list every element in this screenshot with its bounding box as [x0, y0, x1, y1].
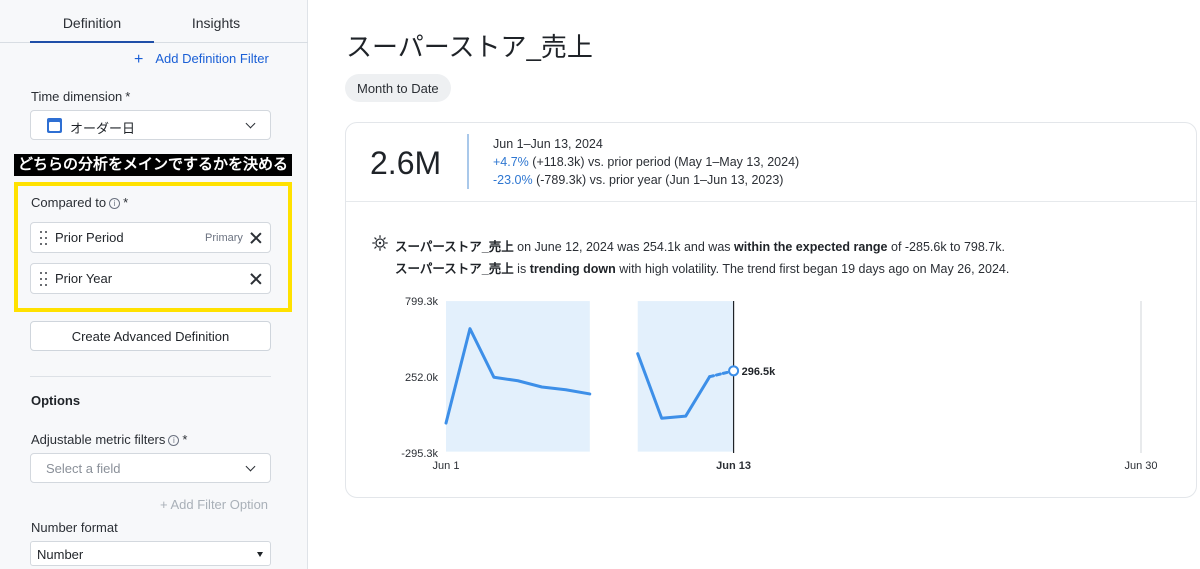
annotation-label: どちらの分析をメインでするかを決める [14, 154, 293, 176]
current-value-label: 296.5k [742, 366, 777, 378]
time-dimension-select[interactable]: オーダー日 [30, 110, 271, 140]
insight-text: of -285.6k to 798.7k. [887, 240, 1005, 254]
metric-divider [467, 134, 469, 189]
compare-item-label: Prior Year [55, 271, 113, 286]
select-field-placeholder: Select a field [46, 461, 121, 476]
dropdown-arrow-icon [257, 552, 263, 557]
adjustable-metric-filters-label: Adjustable metric filters i * [31, 432, 187, 447]
prior-period-detail: (+118.3k) vs. prior period (May 1–May 13… [532, 155, 800, 169]
chevron-down-icon [245, 461, 256, 472]
tab-definition[interactable]: Definition [30, 0, 154, 43]
definition-sidebar: Definition Insights + Add Definition Filt… [0, 0, 308, 569]
card-divider [346, 201, 1196, 202]
time-dimension-value: オーダー日 [70, 121, 136, 136]
x-tick-label: Jun 30 [1124, 460, 1157, 472]
add-definition-filter-label: Add Definition Filter [155, 51, 269, 66]
add-definition-filter-link[interactable]: + Add Definition Filter [134, 50, 269, 68]
divider [30, 376, 271, 377]
compared-to-label-text: Compared to [31, 195, 107, 210]
number-format-label: Number format [31, 520, 118, 535]
y-tick-label: 799.3k [405, 296, 439, 308]
plus-icon: + [134, 51, 144, 68]
expected-range-band-2 [637, 301, 734, 452]
period-label: Jun 1–Jun 13, 2024 [493, 137, 603, 151]
prior-period-comparison: +4.7% (+118.3k) vs. prior period (May 1–… [493, 155, 799, 169]
insight-line-2: スーパーストア_売上 is trending down with high vo… [395, 258, 1009, 277]
insight-line-1: スーパーストア_売上 on June 12, 2024 was 254.1k a… [395, 236, 1005, 255]
time-dimension-label-text: Time dimension [31, 89, 123, 104]
sidebar-tabs: Definition Insights [0, 0, 308, 43]
info-icon[interactable]: i [168, 435, 180, 446]
insight-text: on June 12, 2024 was 254.1k and was [513, 240, 734, 254]
compare-item-prior-year[interactable]: Prior Year [30, 263, 271, 294]
insight-bulb-icon [372, 235, 388, 251]
expected-range-band-1 [446, 301, 590, 452]
required-mark: * [123, 195, 129, 210]
x-tick-label: Jun 13 [716, 460, 751, 472]
select-field-dropdown[interactable]: Select a field [30, 453, 271, 483]
prior-year-comparison: -23.0% (-789.3k) vs. prior year (Jun 1–J… [493, 173, 783, 187]
adjustable-metric-filters-label-text: Adjustable metric filters [31, 432, 166, 447]
drag-handle-icon[interactable] [40, 231, 48, 245]
required-mark: * [182, 432, 188, 447]
chevron-down-icon [245, 118, 256, 129]
compare-item-label: Prior Period [55, 230, 124, 245]
info-icon[interactable]: i [109, 198, 121, 209]
insight-emphasis: within the expected range [734, 240, 888, 254]
y-tick-label: 252.0k [405, 372, 439, 384]
trend-chart: 799.3k 252.0k -295.3k 296.5k Jun 1 Jun 13 Jun … [401, 296, 1157, 472]
required-mark: * [125, 89, 131, 104]
time-dimension-label: Time dimension * [31, 89, 130, 104]
insight-emphasis: trending down [529, 262, 616, 276]
insight-metric-name: スーパーストア_売上 [395, 240, 514, 254]
calendar-icon [47, 118, 62, 133]
compare-item-prior-period[interactable]: Prior Period Primary [30, 222, 271, 253]
prior-period-change: +4.7% [493, 155, 529, 169]
y-tick-label: -295.3k [401, 448, 438, 460]
prior-year-detail: (-789.3k) vs. prior year (Jun 1–Jun 13, … [536, 173, 784, 187]
current-value-point [728, 365, 740, 377]
number-format-value: Number [37, 547, 84, 562]
insight-text: with high volatility. The trend first be… [615, 262, 1010, 276]
add-filter-option-link[interactable]: + Add Filter Option [160, 497, 268, 512]
prior-year-change: -23.0% [493, 173, 533, 187]
create-advanced-definition-button[interactable]: Create Advanced Definition [30, 321, 271, 351]
number-format-select[interactable]: Number [30, 541, 271, 566]
page-title: スーパーストア_売上 [346, 32, 593, 62]
drag-handle-icon[interactable] [40, 272, 48, 286]
metric-value: 2.6M [370, 145, 442, 181]
insight-text: is [513, 262, 530, 276]
primary-badge: Primary [205, 232, 243, 244]
date-range-pill[interactable]: Month to Date [345, 74, 451, 102]
remove-icon[interactable] [248, 230, 264, 246]
tab-insights[interactable]: Insights [154, 0, 278, 43]
remove-icon[interactable] [248, 271, 264, 287]
options-heading: Options [31, 393, 81, 408]
x-tick-label: Jun 1 [433, 460, 460, 472]
compared-to-label: Compared to i * [31, 195, 128, 210]
insight-metric-name: スーパーストア_売上 [395, 262, 514, 276]
